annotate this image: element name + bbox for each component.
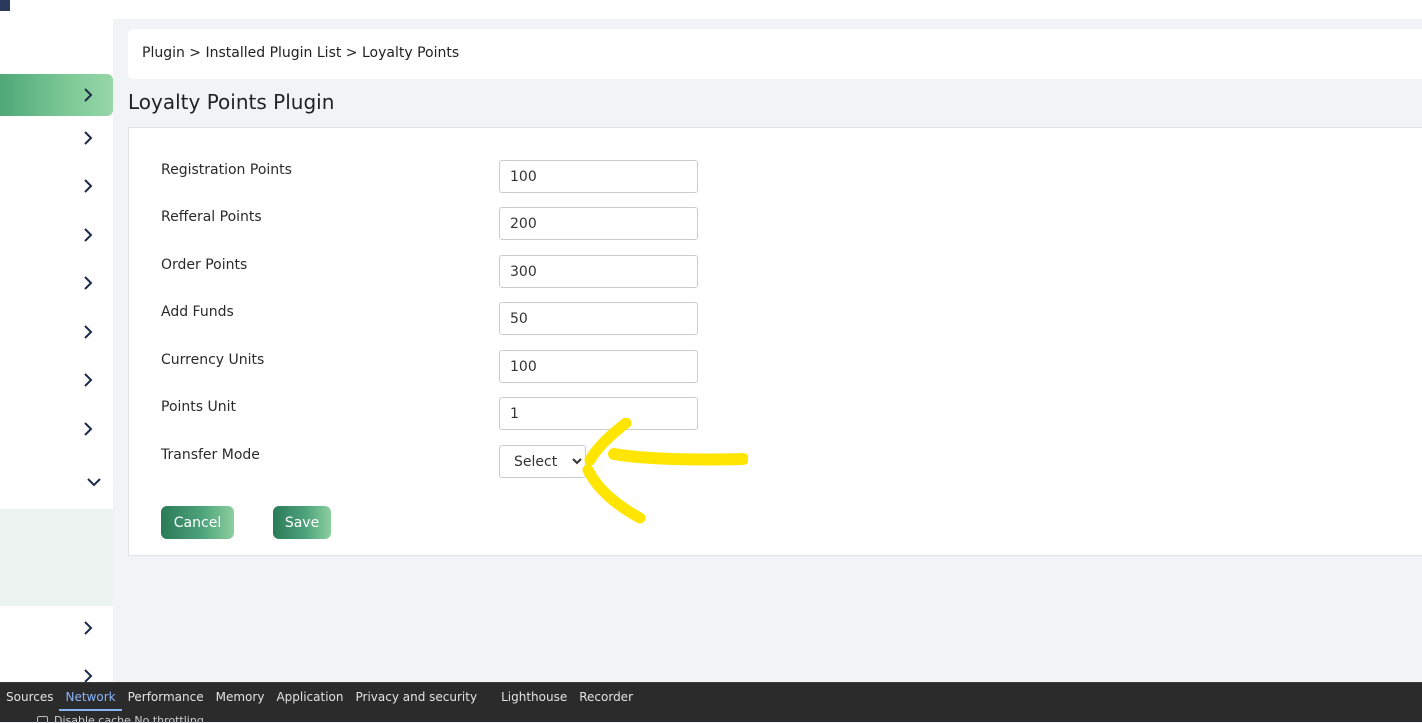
page-title: Loyalty Points Plugin xyxy=(128,90,335,114)
devtools-tabs: Sources Network Performance Memory Appli… xyxy=(0,683,639,711)
devtools-tab-memory[interactable]: Memory xyxy=(210,683,271,711)
order-points-input[interactable] xyxy=(499,255,698,288)
sidebar-item-active[interactable] xyxy=(0,74,113,116)
transfer-mode-select[interactable]: Select xyxy=(499,445,586,478)
chevron-right-icon xyxy=(83,179,93,193)
sidebar-item[interactable] xyxy=(0,359,113,401)
chevron-right-icon xyxy=(83,669,93,682)
sidebar-item[interactable] xyxy=(0,607,113,649)
refferal-points-input[interactable] xyxy=(499,207,698,240)
registration-points-label: Registration Points xyxy=(161,162,292,178)
order-points-label: Order Points xyxy=(161,257,248,273)
transfer-mode-label: Transfer Mode xyxy=(161,447,260,463)
sidebar-item[interactable] xyxy=(0,655,113,682)
points-unit-label: Points Unit xyxy=(161,399,237,415)
currency-units-input[interactable] xyxy=(499,350,698,383)
devtools-tab-recorder[interactable]: Recorder xyxy=(573,683,639,711)
devtools-panel: Sources Network Performance Memory Appli… xyxy=(0,682,1422,723)
devtools-tab-application[interactable]: Application xyxy=(270,683,349,711)
breadcrumb[interactable]: Plugin > Installed Plugin List > Loyalty… xyxy=(142,45,459,61)
cancel-button[interactable]: Cancel xyxy=(161,506,234,539)
chevron-right-icon xyxy=(83,88,93,102)
browser-top-strip xyxy=(0,0,1422,19)
chevron-right-icon xyxy=(83,276,93,290)
chevron-right-icon xyxy=(83,373,93,387)
devtools-toolbar: Disable cache No throttling xyxy=(0,712,1422,723)
points-unit-input[interactable] xyxy=(499,397,698,430)
sidebar-item[interactable] xyxy=(0,311,113,353)
devtools-tab-lighthouse[interactable]: Lighthouse xyxy=(495,683,573,711)
sidebar-item[interactable] xyxy=(0,262,113,304)
devtools-tab-privacy[interactable]: Privacy and security xyxy=(350,683,484,711)
sidebar xyxy=(0,19,113,682)
devtools-tab-network[interactable]: Network xyxy=(59,683,122,711)
registration-points-input[interactable] xyxy=(499,160,698,193)
chevron-right-icon xyxy=(83,131,93,145)
add-funds-input[interactable] xyxy=(499,302,698,335)
sidebar-item[interactable] xyxy=(0,117,113,159)
settings-form: Registration Points Refferal Points Orde… xyxy=(128,127,1422,556)
refferal-points-label: Refferal Points xyxy=(161,209,262,225)
sidebar-item[interactable] xyxy=(0,165,113,207)
sidebar-item[interactable] xyxy=(0,214,113,256)
sidebar-submenu xyxy=(0,509,113,606)
top-corner-mark xyxy=(0,0,10,11)
save-button[interactable]: Save xyxy=(273,506,331,539)
chevron-right-icon xyxy=(83,422,93,436)
chevron-right-icon xyxy=(83,621,93,635)
currency-units-label: Currency Units xyxy=(161,352,265,368)
sidebar-item-expanded[interactable] xyxy=(0,461,113,503)
devtools-tab-performance[interactable]: Performance xyxy=(122,683,210,711)
add-funds-label: Add Funds xyxy=(161,304,234,320)
breadcrumb-card: Plugin > Installed Plugin List > Loyalty… xyxy=(128,29,1422,79)
chevron-right-icon xyxy=(83,228,93,242)
chevron-right-icon xyxy=(83,325,93,339)
sidebar-item[interactable] xyxy=(0,408,113,450)
chevron-down-icon xyxy=(87,477,101,487)
devtools-tab-sources[interactable]: Sources xyxy=(0,683,59,711)
